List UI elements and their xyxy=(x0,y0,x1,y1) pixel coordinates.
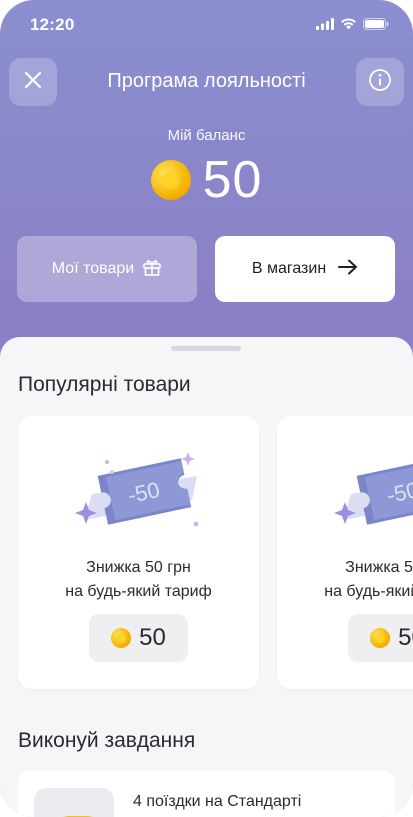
shop-label: В магазин xyxy=(251,260,327,277)
sheet-grabber[interactable] xyxy=(171,346,241,351)
signal-icon xyxy=(316,17,334,35)
product-title: Знижка 50 грн на будь-який тариф xyxy=(277,556,413,604)
balance-label: Мій баланс xyxy=(167,127,246,144)
info-icon xyxy=(368,68,392,97)
product-price-value: 50 xyxy=(398,624,413,651)
my-goods-label: Мої товари xyxy=(51,260,135,277)
arrow-right-icon xyxy=(338,259,358,280)
balance: 50 xyxy=(0,150,413,210)
product-price-value: 50 xyxy=(139,624,166,651)
info-button[interactable] xyxy=(356,58,404,106)
product-card[interactable]: -50 Знижка 50 грн на будь-який тариф 50 xyxy=(277,416,413,689)
wifi-icon xyxy=(340,17,357,35)
task-title: 4 поїздки на Стандарті xyxy=(133,793,302,810)
product-title-line1: Знижка 50 грн xyxy=(345,559,413,576)
coin-icon xyxy=(370,628,391,648)
status-icons xyxy=(316,17,389,35)
status-bar: 12:20 xyxy=(0,0,413,50)
tasks-section-title: Виконуй завдання xyxy=(18,729,196,752)
product-price: 50 xyxy=(89,614,188,662)
product-title-line2: на будь-який тариф xyxy=(324,583,413,600)
shop-button[interactable]: В магазин xyxy=(215,236,395,302)
coin-icon xyxy=(150,160,191,200)
status-time: 12:20 xyxy=(30,15,75,34)
product-price: 50 xyxy=(348,614,413,662)
product-title-line2: на будь-який тариф xyxy=(65,583,212,600)
discount-ticket-icon: -50 xyxy=(331,442,413,542)
page-title: Програма лояльності xyxy=(107,70,306,92)
car-icon xyxy=(34,788,114,817)
task-card[interactable]: 4 поїздки на Стандарті xyxy=(18,770,395,817)
coin-icon xyxy=(111,628,132,648)
popular-carousel[interactable]: -50 Знижка 50 грн на будь-який тариф 50 xyxy=(18,416,413,690)
battery-icon xyxy=(363,17,389,35)
popular-section-title: Популярні товари xyxy=(18,373,191,396)
discount-ticket-icon: -50 xyxy=(72,442,207,542)
header: Програма лояльності xyxy=(0,58,413,106)
product-title: Знижка 50 грн на будь-який тариф xyxy=(18,556,259,604)
gift-icon xyxy=(142,257,162,282)
bottom-sheet[interactable]: Популярні товари -50 Знижка 50 грн на бу… xyxy=(0,337,413,817)
my-goods-button[interactable]: Мої товари xyxy=(17,236,197,302)
action-buttons: Мої товари В магазин xyxy=(17,236,395,302)
product-title-line1: Знижка 50 грн xyxy=(86,559,191,576)
loyalty-screen: 12:20 Програма лояльності Мій баланс 50 … xyxy=(0,0,413,817)
balance-value: 50 xyxy=(202,151,263,209)
product-card[interactable]: -50 Знижка 50 грн на будь-який тариф 50 xyxy=(18,416,259,689)
